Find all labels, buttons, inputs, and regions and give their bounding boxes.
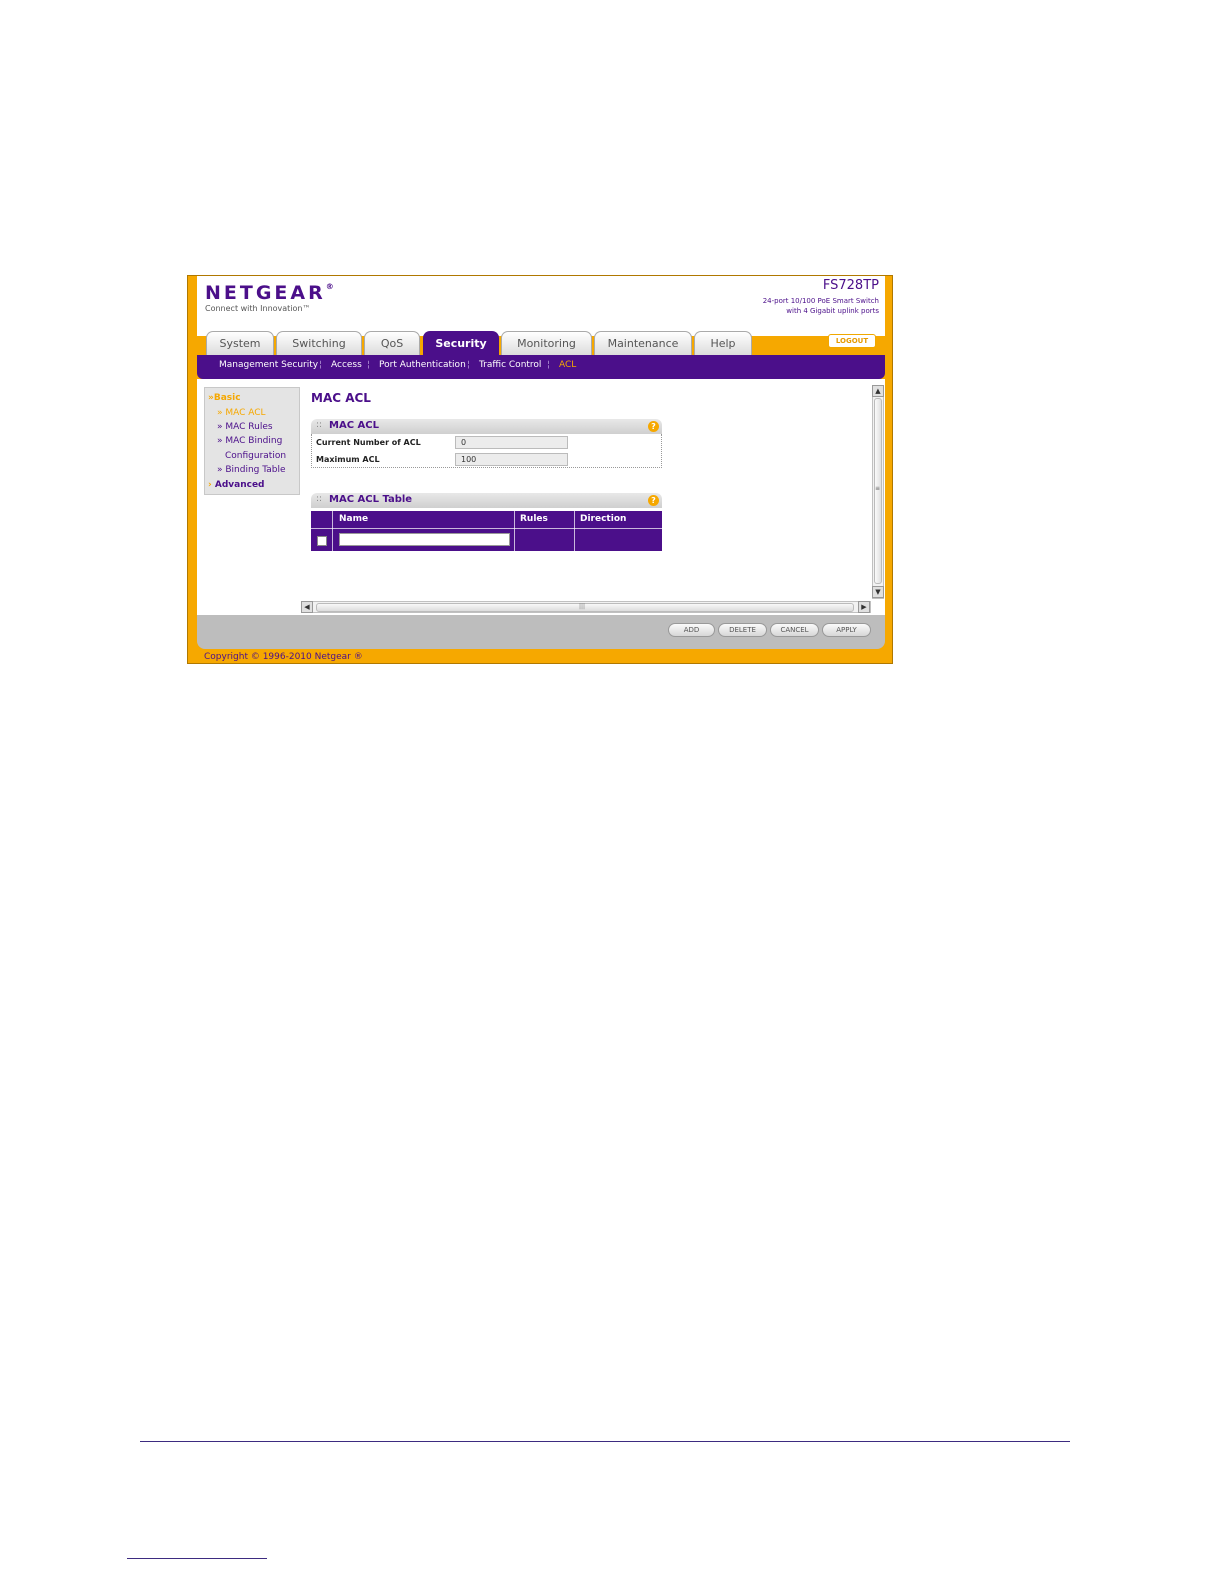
sidebar-advanced[interactable]: › Advanced xyxy=(208,480,265,490)
grip-icon: :: xyxy=(316,420,323,430)
screenshot-frame: NETGEAR® Connect with Innovation™ FS728T… xyxy=(187,275,893,664)
mac-acl-panel-title: MAC ACL xyxy=(329,420,379,431)
grip-icon: :: xyxy=(316,494,323,504)
sidebar-item-mac-binding-configuration[interactable]: Configuration xyxy=(225,451,286,461)
column-header-name: Name xyxy=(339,514,369,524)
tab-security[interactable]: Security xyxy=(423,331,499,355)
add-button[interactable]: ADD xyxy=(668,623,715,637)
netgear-logo: NETGEAR® xyxy=(205,282,334,304)
maximum-acl-label: Maximum ACL xyxy=(316,455,380,464)
help-icon[interactable]: ? xyxy=(648,421,659,432)
sidebar-item-binding-table[interactable]: » Binding Table xyxy=(217,465,286,475)
column-header-rules: Rules xyxy=(520,514,548,524)
scroll-up-icon[interactable]: ▲ xyxy=(872,385,884,397)
subnav-traffic-control[interactable]: Traffic Control xyxy=(479,360,541,370)
subnav-separator: ¦ xyxy=(367,360,371,370)
table-divider xyxy=(514,511,515,551)
vertical-scrollbar[interactable]: ▲ ≡ ▼ xyxy=(872,385,884,599)
logout-button[interactable]: LOGOUT xyxy=(828,334,876,348)
subnav-port-authentication[interactable]: Port Authentication xyxy=(379,360,466,370)
sidebar-item-mac-acl[interactable]: » MAC ACL xyxy=(217,408,266,418)
row-select-checkbox[interactable] xyxy=(317,536,327,546)
mac-acl-panel-body: Current Number of ACL 0 Maximum ACL 100 xyxy=(311,434,662,468)
tab-maintenance[interactable]: Maintenance xyxy=(594,331,692,355)
column-header-direction: Direction xyxy=(580,514,627,524)
model-name: FS728TP xyxy=(822,278,879,293)
subnav-separator: ¦ xyxy=(467,360,471,370)
grip-icon: ||| xyxy=(579,603,586,610)
tagline: Connect with Innovation™ xyxy=(205,304,311,313)
subnav-management-security[interactable]: Management Security xyxy=(219,360,318,370)
content-area: »Basic » MAC ACL » MAC Rules » MAC Bindi… xyxy=(197,379,885,615)
sidebar-basic[interactable]: »Basic xyxy=(208,393,241,403)
current-acl-label: Current Number of ACL xyxy=(316,438,421,447)
page-divider xyxy=(140,1441,1070,1442)
table-divider xyxy=(311,528,662,529)
horizontal-scroll-thumb[interactable]: ||| xyxy=(316,603,854,612)
tab-qos[interactable]: QoS xyxy=(364,331,420,355)
scroll-down-icon[interactable]: ▼ xyxy=(872,586,884,598)
vertical-scroll-thumb[interactable]: ≡ xyxy=(874,398,882,584)
mac-acl-table-title: MAC ACL Table xyxy=(329,494,413,505)
tab-switching[interactable]: Switching xyxy=(276,331,362,355)
sidebar-item-mac-binding[interactable]: » MAC Binding xyxy=(217,436,282,446)
footer-divider xyxy=(127,1558,267,1559)
subnav-separator: ¦ xyxy=(319,360,323,370)
delete-button[interactable]: DELETE xyxy=(718,623,767,637)
mac-acl-panel-header: :: MAC ACL ? xyxy=(311,419,662,434)
tab-monitoring[interactable]: Monitoring xyxy=(501,331,592,355)
scroll-left-icon[interactable]: ◀ xyxy=(301,601,313,613)
acl-name-input[interactable] xyxy=(339,533,510,546)
current-acl-value: 0 xyxy=(455,436,568,449)
mac-acl-table-header: :: MAC ACL Table ? xyxy=(311,493,662,508)
horizontal-scrollbar[interactable]: ◀ ||| ▶ xyxy=(301,601,871,613)
apply-button[interactable]: APPLY xyxy=(822,623,871,637)
copyright-text: Copyright © 1996-2010 Netgear ® xyxy=(204,652,363,662)
tab-help[interactable]: Help xyxy=(694,331,752,355)
left-sidebar: »Basic » MAC ACL » MAC Rules » MAC Bindi… xyxy=(204,387,300,495)
maximum-acl-value: 100 xyxy=(455,453,568,466)
subnav-access[interactable]: Access xyxy=(331,360,362,370)
button-bar: ADD DELETE CANCEL APPLY xyxy=(197,615,885,649)
page-title: MAC ACL xyxy=(311,391,371,405)
grip-icon: ≡ xyxy=(875,485,881,492)
table-divider xyxy=(574,511,575,551)
subnav-acl[interactable]: ACL xyxy=(559,360,576,370)
sidebar-item-mac-rules[interactable]: » MAC Rules xyxy=(217,422,273,432)
help-icon[interactable]: ? xyxy=(648,495,659,506)
cancel-button[interactable]: CANCEL xyxy=(770,623,819,637)
mac-acl-table: Name Rules Direction xyxy=(311,511,662,551)
table-divider xyxy=(332,511,333,551)
sub-navigation: Management Security ¦ Access ¦ Port Auth… xyxy=(197,355,885,379)
header: NETGEAR® Connect with Innovation™ FS728T… xyxy=(197,276,885,336)
subnav-separator: ¦ xyxy=(547,360,551,370)
scroll-right-icon[interactable]: ▶ xyxy=(858,601,870,613)
model-description: 24-port 10/100 PoE Smart Switch with 4 G… xyxy=(762,297,879,315)
tab-system[interactable]: System xyxy=(206,331,274,355)
